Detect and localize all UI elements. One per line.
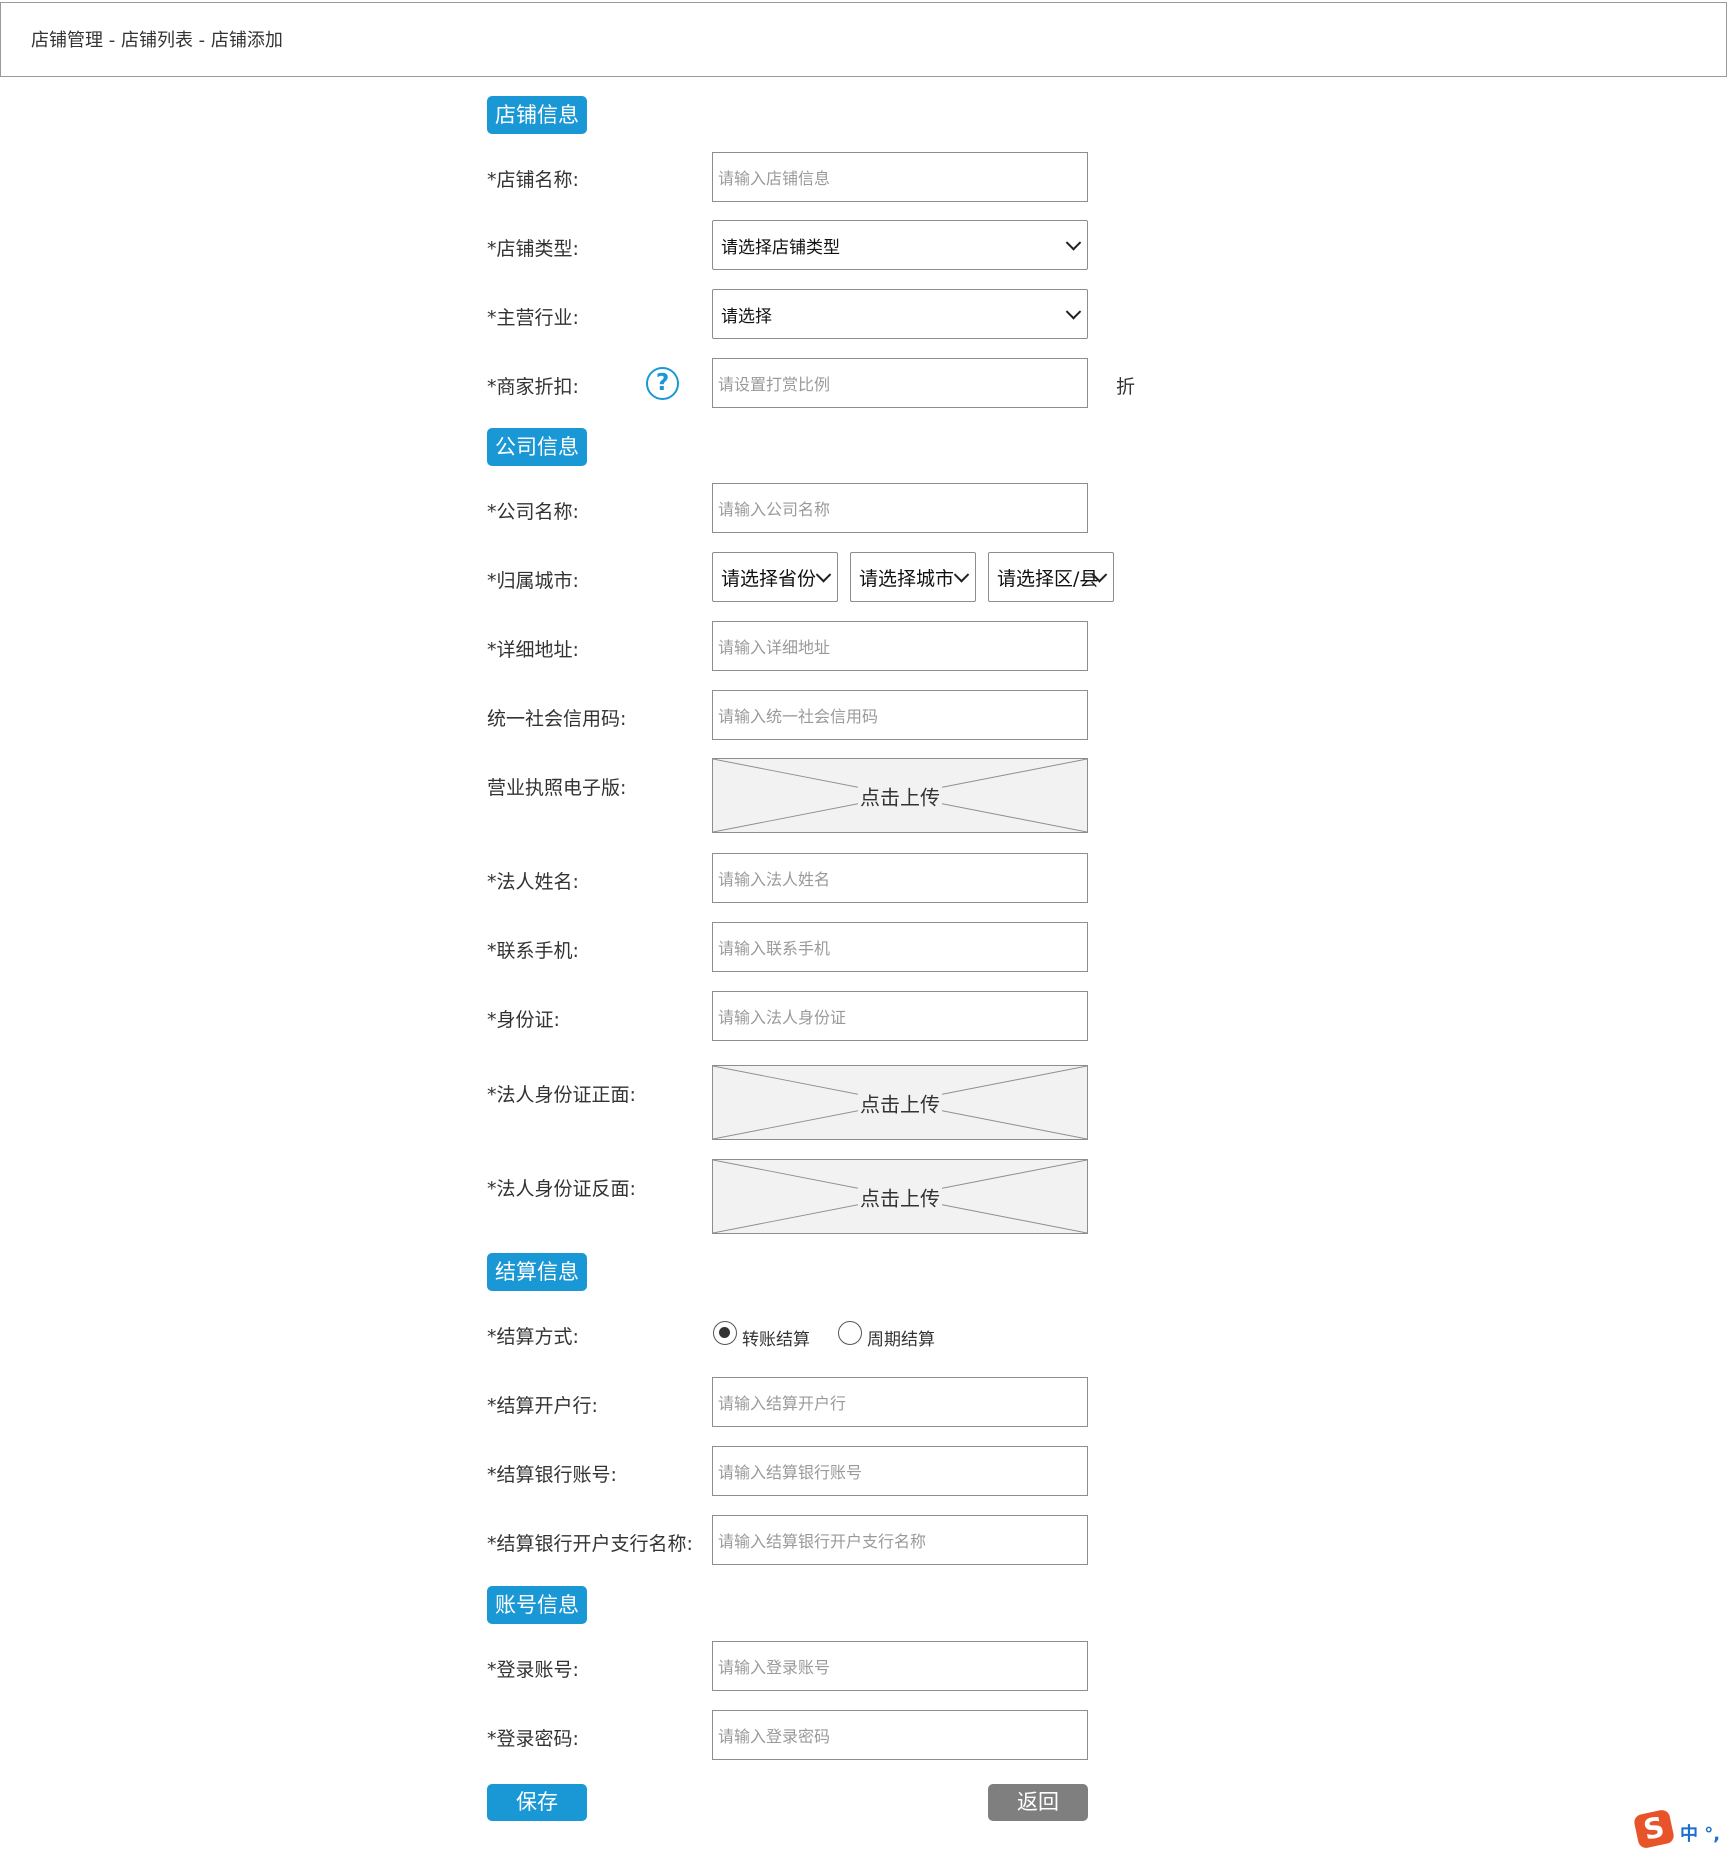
phone-placeholder: 请输入联系手机 — [718, 939, 831, 958]
company-name-placeholder: 请输入公司名称 — [718, 500, 831, 519]
license-label: 营业执照电子版: — [487, 777, 627, 799]
discount-label: *商家折扣: — [487, 376, 579, 398]
radio-periodic[interactable] — [838, 1321, 862, 1345]
bank-account-input[interactable]: 请输入结算银行账号 — [712, 1446, 1088, 1496]
password-label: *登录密码: — [487, 1728, 579, 1750]
discount-placeholder: 请设置打赏比例 — [718, 375, 831, 394]
chevron-down-icon — [815, 567, 832, 583]
store-type-label: *店铺类型: — [487, 238, 579, 260]
section-company-info: 公司信息 — [487, 428, 587, 466]
legal-name-input[interactable]: 请输入法人姓名 — [712, 853, 1088, 903]
address-label: *详细地址: — [487, 639, 579, 661]
bank-label: *结算开户行: — [487, 1395, 598, 1417]
city-label: *归属城市: — [487, 570, 579, 592]
password-input[interactable]: 请输入登录密码 — [712, 1710, 1088, 1760]
store-type-value: 请选择店铺类型 — [721, 237, 840, 258]
id-back-label: *法人身份证反面: — [487, 1178, 636, 1200]
login-placeholder: 请输入登录账号 — [718, 1658, 831, 1677]
login-label: *登录账号: — [487, 1659, 579, 1681]
bank-account-label: *结算银行账号: — [487, 1464, 617, 1486]
id-front-upload[interactable]: 点击上传 — [712, 1065, 1088, 1140]
address-placeholder: 请输入详细地址 — [718, 638, 831, 657]
credit-code-input[interactable]: 请输入统一社会信用码 — [712, 690, 1088, 740]
license-upload-text: 点击上传 — [858, 785, 942, 809]
back-button[interactable]: 返回 — [988, 1784, 1088, 1821]
store-name-label: *店铺名称: — [487, 169, 579, 191]
chevron-down-icon — [1065, 304, 1082, 320]
license-upload[interactable]: 点击上传 — [712, 758, 1088, 833]
credit-code-placeholder: 请输入统一社会信用码 — [718, 707, 879, 726]
section-store-info: 店铺信息 — [487, 96, 587, 134]
industry-label: *主营行业: — [487, 307, 579, 329]
id-back-upload[interactable]: 点击上传 — [712, 1159, 1088, 1234]
save-button[interactable]: 保存 — [487, 1784, 587, 1821]
industry-value: 请选择 — [721, 306, 772, 327]
store-name-input[interactable]: 请输入店铺信息 — [712, 152, 1088, 202]
section-settlement-info: 结算信息 — [487, 1253, 587, 1291]
branch-input[interactable]: 请输入结算银行开户支行名称 — [712, 1515, 1088, 1565]
id-front-upload-text: 点击上传 — [858, 1092, 942, 1116]
chevron-down-icon — [953, 567, 970, 583]
radio-transfer[interactable] — [713, 1321, 737, 1345]
store-name-placeholder: 请输入店铺信息 — [718, 169, 831, 188]
ime-status[interactable]: 中 °, — [1680, 1820, 1720, 1846]
id-placeholder: 请输入法人身份证 — [718, 1008, 847, 1027]
breadcrumb: 店铺管理 - 店铺列表 - 店铺添加 — [0, 2, 1727, 77]
legal-name-placeholder: 请输入法人姓名 — [718, 870, 831, 889]
province-select[interactable]: 请选择省份 — [712, 552, 838, 602]
company-name-label: *公司名称: — [487, 501, 579, 523]
phone-label: *联系手机: — [487, 940, 579, 962]
bank-input[interactable]: 请输入结算开户行 — [712, 1377, 1088, 1427]
section-account-info: 账号信息 — [487, 1586, 587, 1624]
radio-periodic-label[interactable]: 周期结算 — [867, 1325, 935, 1350]
id-input[interactable]: 请输入法人身份证 — [712, 991, 1088, 1041]
province-value: 请选择省份 — [721, 567, 817, 590]
discount-input[interactable]: 请设置打赏比例 — [712, 358, 1088, 408]
district-value: 请选择区/县 — [997, 567, 1099, 590]
radio-transfer-label[interactable]: 转账结算 — [742, 1325, 810, 1350]
id-back-upload-text: 点击上传 — [858, 1186, 942, 1210]
id-label: *身份证: — [487, 1009, 560, 1031]
district-select[interactable]: 请选择区/县 — [988, 552, 1114, 602]
branch-placeholder: 请输入结算银行开户支行名称 — [718, 1532, 927, 1551]
password-placeholder: 请输入登录密码 — [718, 1727, 831, 1746]
ime-logo-icon[interactable]: S — [1632, 1808, 1676, 1849]
store-type-select[interactable]: 请选择店铺类型 — [712, 220, 1088, 270]
city-select[interactable]: 请选择城市 — [850, 552, 976, 602]
settlement-method-label: *结算方式: — [487, 1326, 579, 1348]
help-icon[interactable]: ? — [646, 367, 679, 400]
credit-code-label: 统一社会信用码: — [487, 708, 627, 730]
id-front-label: *法人身份证正面: — [487, 1084, 636, 1106]
company-name-input[interactable]: 请输入公司名称 — [712, 483, 1088, 533]
login-input[interactable]: 请输入登录账号 — [712, 1641, 1088, 1691]
industry-select[interactable]: 请选择 — [712, 289, 1088, 339]
branch-label: *结算银行开户支行名称: — [487, 1533, 693, 1555]
discount-unit: 折 — [1116, 376, 1136, 398]
address-input[interactable]: 请输入详细地址 — [712, 621, 1088, 671]
legal-name-label: *法人姓名: — [487, 871, 579, 893]
bank-account-placeholder: 请输入结算银行账号 — [718, 1463, 863, 1482]
city-value: 请选择城市 — [859, 567, 955, 590]
bank-placeholder: 请输入结算开户行 — [718, 1394, 847, 1413]
phone-input[interactable]: 请输入联系手机 — [712, 922, 1088, 972]
chevron-down-icon — [1065, 235, 1082, 251]
